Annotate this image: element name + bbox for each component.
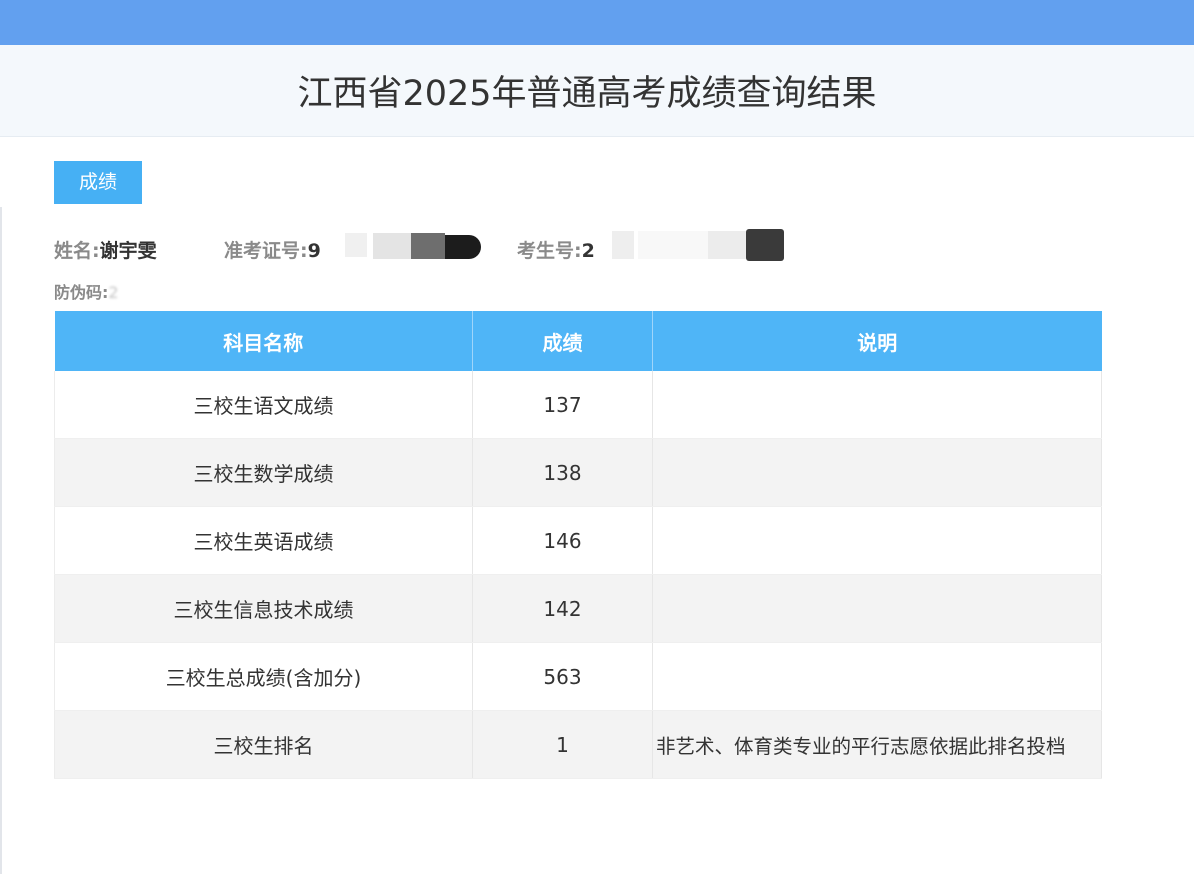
anti-counterfeit-label: 防伪码:: [54, 283, 109, 302]
table-row: 三校生总成绩(含加分) 563: [54, 642, 1102, 711]
page-header: 江西省2025年普通高考成绩查询结果: [0, 45, 1194, 137]
subject-cell: 三校生语文成绩: [54, 371, 473, 439]
score-cell: 146: [472, 506, 653, 575]
subject-cell: 三校生排名: [54, 710, 473, 779]
note-cell: [652, 574, 1102, 643]
table-row: 三校生语文成绩 137: [54, 371, 1102, 439]
name-field: 姓名:谢宇雯: [54, 232, 157, 270]
ticket-label: 准考证号:: [224, 240, 308, 262]
header-score: 成绩: [472, 311, 653, 371]
table-row: 三校生排名 1 非艺术、体育类专业的平行志愿依据此排名投档: [54, 710, 1102, 779]
score-cell: 1: [472, 710, 653, 779]
note-cell: [652, 506, 1102, 575]
header-subject: 科目名称: [54, 311, 473, 371]
ticket-redaction: [345, 229, 485, 261]
table-header-row: 科目名称 成绩 说明: [54, 311, 1102, 371]
page-title: 江西省2025年普通高考成绩查询结果: [297, 74, 877, 114]
subject-cell: 三校生数学成绩: [54, 438, 473, 507]
note-cell: [652, 438, 1102, 507]
subject-cell: 三校生总成绩(含加分): [54, 642, 473, 711]
note-cell: [652, 642, 1102, 711]
subject-cell: 三校生英语成绩: [54, 506, 473, 575]
exam-number-redaction: [612, 227, 787, 263]
score-table: 科目名称 成绩 说明 三校生语文成绩 137 三校生数学成绩 138 三校生英语…: [54, 311, 1102, 779]
left-border: [0, 207, 2, 874]
ticket-field: 准考证号:9: [224, 232, 321, 270]
ticket-value: 9: [307, 240, 321, 262]
exam-number-value: 2: [581, 240, 595, 262]
score-cell: 137: [472, 371, 653, 439]
table-row: 三校生信息技术成绩 142: [54, 574, 1102, 643]
top-bar: [0, 0, 1194, 45]
tab-score[interactable]: 成绩: [54, 161, 142, 204]
note-cell: 非艺术、体育类专业的平行志愿依据此排名投档: [652, 710, 1102, 779]
score-cell: 563: [472, 642, 653, 711]
anti-counterfeit-value: 2: [108, 283, 119, 302]
table-row: 三校生数学成绩 138: [54, 438, 1102, 507]
header-note: 说明: [652, 311, 1102, 371]
name-label: 姓名:: [54, 240, 100, 262]
name-value: 谢宇雯: [99, 240, 157, 262]
exam-number-label: 考生号:: [517, 240, 582, 262]
anti-counterfeit-code: 防伪码:2: [54, 281, 1104, 305]
subject-cell: 三校生信息技术成绩: [54, 574, 473, 643]
exam-number-field: 考生号:2: [517, 232, 595, 270]
score-cell: 138: [472, 438, 653, 507]
note-cell: [652, 371, 1102, 439]
score-cell: 142: [472, 574, 653, 643]
table-row: 三校生英语成绩 146: [54, 506, 1102, 575]
